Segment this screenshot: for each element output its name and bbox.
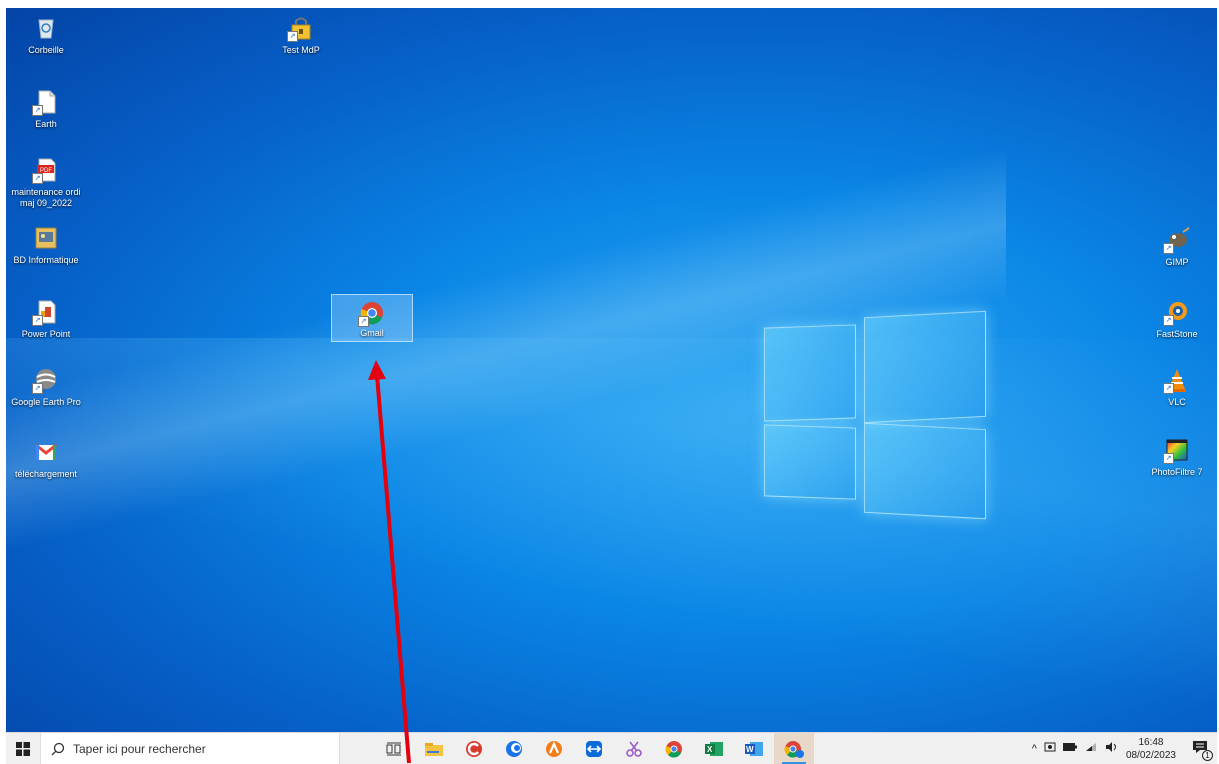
desktop-icon-maintenance-pdf[interactable]: PDF ↗ maintenance ordi maj 09_2022 xyxy=(6,156,86,209)
desktop-icon-corbeille[interactable]: Corbeille xyxy=(6,14,86,56)
desktop-icon-earth[interactable]: ↗ Earth xyxy=(6,88,86,130)
desktop-icon-power-point[interactable]: ↗ Power Point xyxy=(6,298,86,340)
desktop-icon-label: maintenance ordi maj 09_2022 xyxy=(11,187,81,208)
recycle-bin-icon xyxy=(32,14,60,42)
avast-icon xyxy=(546,740,562,757)
desktop-icon-label: Gmail xyxy=(360,328,384,338)
desktop-icon-label: VLC xyxy=(1168,397,1186,407)
desktop-icon-label: Test MdP xyxy=(282,45,320,55)
task-view-icon xyxy=(386,742,401,755)
gmail-icon xyxy=(32,438,60,466)
folder-icon xyxy=(425,742,443,756)
chrome-profile-icon xyxy=(784,740,804,758)
clock-time: 16:48 xyxy=(1138,736,1164,748)
pdf-icon: PDF ↗ xyxy=(32,156,60,184)
light-beam-floor xyxy=(6,338,1217,732)
desktop-icon-label: téléchargement xyxy=(14,469,78,479)
photofiltre-icon: ↗ xyxy=(1163,436,1191,464)
file-explorer-button[interactable] xyxy=(414,733,454,764)
chevron-up-icon[interactable]: ^ xyxy=(1032,743,1037,755)
desktop-icon-label: GIMP xyxy=(1165,257,1189,267)
desktop-icon-label: Google Earth Pro xyxy=(11,397,81,407)
desktop-icon-label: BD Informatique xyxy=(13,255,79,265)
snipping-tool-button[interactable] xyxy=(614,733,654,764)
desktop-icon-gmail[interactable]: ↗ Gmail xyxy=(331,294,413,342)
svg-text:X: X xyxy=(707,745,713,754)
search-placeholder: Taper ici pour rechercher xyxy=(73,741,206,756)
desktop-icon-bd-informatique[interactable]: BD Informatique xyxy=(6,224,86,266)
vlc-icon: ↗ xyxy=(1163,366,1191,394)
chrome-taskbar-button[interactable] xyxy=(654,733,694,764)
taskbar: Taper ici pour rechercher X W ^ 16:48 08… xyxy=(6,732,1217,764)
google-earth-icon: ↗ xyxy=(32,366,60,394)
desktop-icon-telechargement[interactable]: téléchargement xyxy=(6,438,86,480)
word-icon: W xyxy=(745,741,763,756)
image-icon xyxy=(32,224,60,252)
excel-button[interactable]: X xyxy=(694,733,734,764)
desktop-icon-label: Power Point xyxy=(21,329,71,339)
clock-date: 08/02/2023 xyxy=(1125,749,1176,761)
teamviewer-button[interactable] xyxy=(574,733,614,764)
search-box[interactable]: Taper ici pour rechercher xyxy=(40,733,340,764)
desktop-icon-google-earth-pro[interactable]: ↗ Google Earth Pro xyxy=(6,366,86,408)
ccleaner-button[interactable] xyxy=(454,733,494,764)
app-blue-button[interactable] xyxy=(494,733,534,764)
start-button[interactable] xyxy=(6,733,40,764)
desktop-icon-faststone[interactable]: ↗ FastStone xyxy=(1137,298,1217,340)
lock-folder-icon: ↗ xyxy=(287,14,315,42)
chrome-icon: ↗ xyxy=(358,299,386,327)
desktop-icon-gimp[interactable]: ↗ GIMP xyxy=(1137,226,1217,268)
desktop-icon-label: FastStone xyxy=(1156,329,1198,339)
word-button[interactable]: W xyxy=(734,733,774,764)
meet-now-icon[interactable] xyxy=(1044,741,1056,756)
windows-icon xyxy=(16,741,30,756)
clock[interactable]: 16:48 08/02/2023 xyxy=(1126,736,1176,762)
volume-icon[interactable] xyxy=(1105,741,1119,756)
excel-icon: X xyxy=(705,741,723,756)
search-icon xyxy=(51,742,65,755)
notification-center-icon[interactable]: 1 xyxy=(1191,739,1213,761)
scissors-icon xyxy=(626,741,642,757)
desktop-icon-label: Earth xyxy=(35,119,57,129)
file-shortcut-icon: ↗ xyxy=(32,88,60,116)
desktop-icon-photofiltre[interactable]: ↗ PhotoFiltre 7 xyxy=(1137,436,1217,478)
chrome-icon xyxy=(665,740,682,757)
faststone-icon: ↗ xyxy=(1163,298,1191,326)
desktop-icon-vlc[interactable]: ↗ VLC xyxy=(1137,366,1217,408)
teamviewer-icon xyxy=(586,740,602,757)
battery-icon[interactable] xyxy=(1062,742,1077,755)
system-tray: ^ 16:48 08/02/2023 1 xyxy=(1032,733,1217,764)
ccleaner-icon xyxy=(466,740,482,757)
powerpoint-icon: ↗ xyxy=(32,298,60,326)
chrome-profile-button[interactable] xyxy=(774,733,814,764)
gimp-icon: ↗ xyxy=(1163,226,1191,254)
blue-app-icon xyxy=(506,740,522,757)
avast-button[interactable] xyxy=(534,733,574,764)
desktop-icon-test-mdp[interactable]: ↗ Test MdP xyxy=(261,14,341,56)
desktop-icon-label: PhotoFiltre 7 xyxy=(1151,467,1203,477)
wifi-icon[interactable] xyxy=(1084,741,1098,756)
desktop-icon-label: Corbeille xyxy=(28,45,64,55)
svg-text:W: W xyxy=(746,745,754,754)
desktop: Corbeille ↗ Earth PDF ↗ maintenance ordi… xyxy=(6,8,1217,732)
task-view-button[interactable] xyxy=(374,733,414,764)
notification-count: 1 xyxy=(1202,750,1213,761)
windows-logo-wallpaper xyxy=(746,298,996,520)
